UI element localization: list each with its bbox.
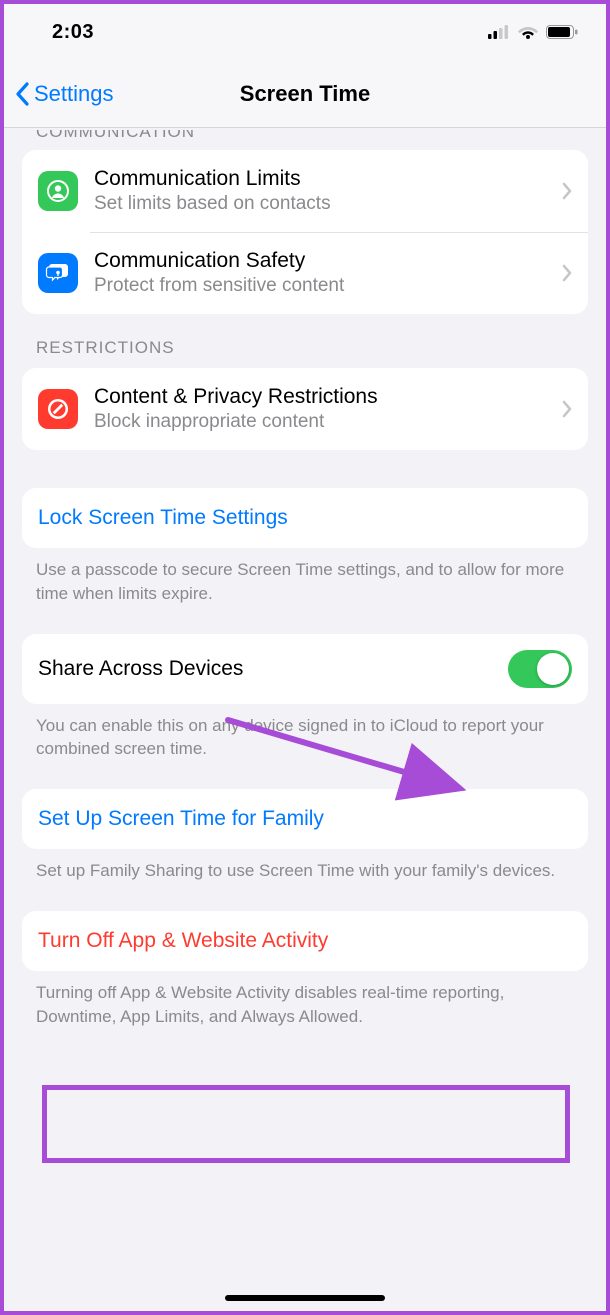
restrictions-group: Content & Privacy Restrictions Block ina… xyxy=(22,368,588,450)
content-privacy-row[interactable]: Content & Privacy Restrictions Block ina… xyxy=(22,368,588,450)
battery-icon xyxy=(546,25,578,39)
row-title: Share Across Devices xyxy=(38,655,492,682)
family-group: Set Up Screen Time for Family xyxy=(22,789,588,849)
chevron-right-icon xyxy=(562,400,572,418)
turn-off-activity-row[interactable]: Turn Off App & Website Activity xyxy=(22,911,588,971)
share-across-devices-row[interactable]: Share Across Devices xyxy=(22,634,588,704)
chevron-right-icon xyxy=(562,264,572,282)
row-title: Communication Limits xyxy=(94,165,546,192)
communication-group: Communication Limits Set limits based on… xyxy=(22,150,588,314)
status-bar: 2:03 xyxy=(4,4,606,60)
section-header-communication: COMMUNICATION xyxy=(22,128,588,150)
row-subtitle: Protect from sensitive content xyxy=(94,274,546,299)
share-footer: You can enable this on any device signed… xyxy=(22,704,588,762)
share-group: Share Across Devices xyxy=(22,634,588,704)
cellular-icon xyxy=(488,25,510,39)
row-title: Content & Privacy Restrictions xyxy=(94,383,546,410)
contact-icon xyxy=(38,171,78,211)
chevron-right-icon xyxy=(562,182,572,200)
status-icons xyxy=(488,25,578,39)
turnoff-footer: Turning off App & Website Activity disab… xyxy=(22,971,588,1029)
turnoff-group: Turn Off App & Website Activity xyxy=(22,911,588,971)
navigation-bar: Settings Screen Time xyxy=(4,60,606,128)
back-button[interactable]: Settings xyxy=(14,81,114,107)
status-time: 2:03 xyxy=(52,21,94,44)
wifi-icon xyxy=(518,25,538,39)
row-subtitle: Set limits based on contacts xyxy=(94,192,546,217)
no-entry-icon xyxy=(38,389,78,429)
chevron-left-icon xyxy=(14,82,30,106)
home-indicator[interactable] xyxy=(225,1295,385,1301)
row-title: Turn Off App & Website Activity xyxy=(38,929,328,953)
family-footer: Set up Family Sharing to use Screen Time… xyxy=(22,849,588,883)
row-title: Set Up Screen Time for Family xyxy=(38,807,324,831)
share-toggle[interactable] xyxy=(508,650,572,688)
setup-family-row[interactable]: Set Up Screen Time for Family xyxy=(22,789,588,849)
communication-limits-row[interactable]: Communication Limits Set limits based on… xyxy=(22,150,588,232)
row-subtitle: Block inappropriate content xyxy=(94,410,546,435)
lock-screen-time-row[interactable]: Lock Screen Time Settings xyxy=(22,488,588,548)
lock-footer: Use a passcode to secure Screen Time set… xyxy=(22,548,588,606)
section-header-restrictions: RESTRICTIONS xyxy=(22,314,588,368)
chat-bubble-icon xyxy=(38,253,78,293)
page-title: Screen Time xyxy=(240,81,370,107)
row-title: Lock Screen Time Settings xyxy=(38,506,288,530)
lock-group: Lock Screen Time Settings xyxy=(22,488,588,548)
back-label: Settings xyxy=(34,81,114,107)
row-title: Communication Safety xyxy=(94,247,546,274)
communication-safety-row[interactable]: Communication Safety Protect from sensit… xyxy=(22,232,588,314)
